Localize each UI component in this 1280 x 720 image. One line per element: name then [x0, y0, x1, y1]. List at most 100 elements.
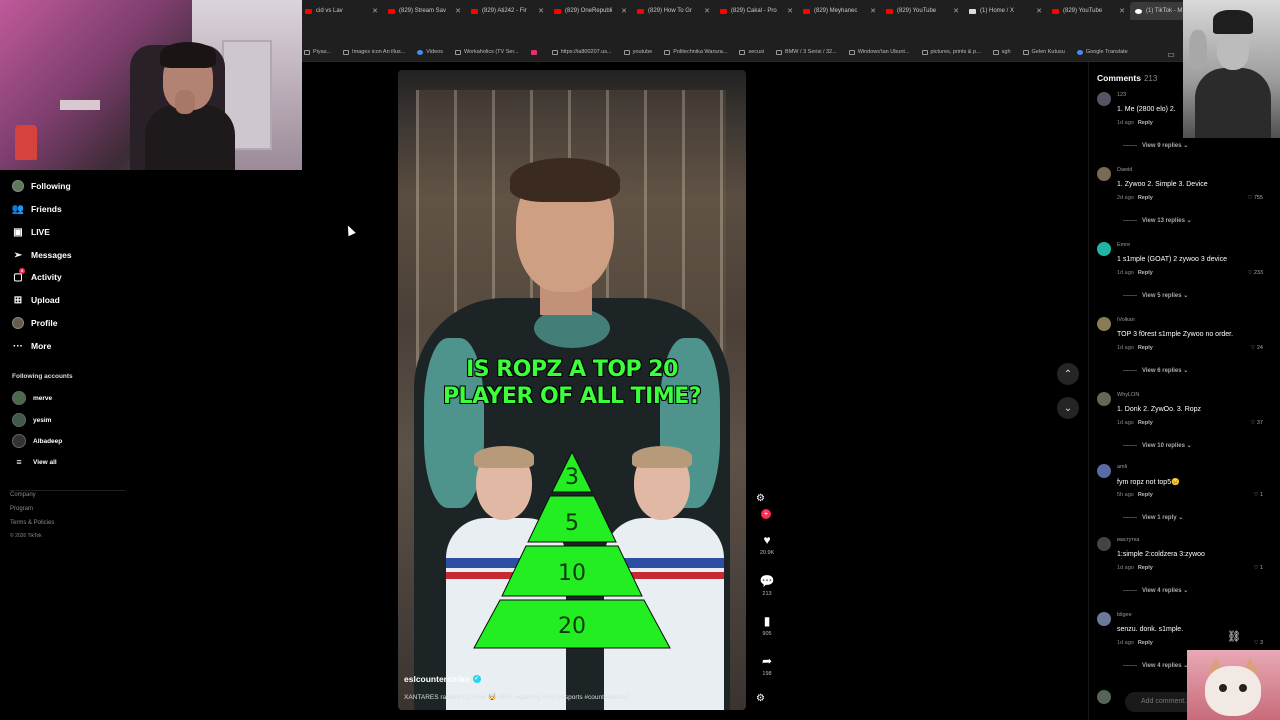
bookmark-item[interactable]: sgh — [992, 49, 1011, 55]
reply-button[interactable]: Reply — [1138, 120, 1153, 126]
account-item[interactable]: yesim — [12, 413, 51, 427]
account-item[interactable]: merve — [12, 391, 52, 405]
view-all-link[interactable]: ≡ View all — [12, 457, 56, 467]
reply-button[interactable]: Reply — [1138, 195, 1153, 201]
view-replies-button[interactable]: View 6 replies ⌄ — [1142, 367, 1188, 374]
sidebar-item-more[interactable]: ··· More — [12, 340, 51, 352]
footer-company[interactable]: Company — [10, 492, 36, 498]
browser-tab[interactable]: cid vs Lav ✕ — [300, 2, 383, 20]
reply-button[interactable]: Reply — [1138, 345, 1153, 351]
follow-plus-icon[interactable]: + — [761, 509, 771, 519]
creator-avatar-icon[interactable]: ⚙ — [756, 493, 772, 507]
close-icon[interactable]: ✕ — [867, 7, 876, 15]
avatar[interactable] — [1097, 464, 1111, 478]
bookmark-item[interactable]: Piyas... — [304, 49, 331, 55]
browser-tab[interactable]: (829) Cakal - Pro ✕ — [715, 2, 798, 20]
comment-like-button[interactable]: ♡ 1 — [1253, 565, 1263, 571]
save-button[interactable]: ▮ 905 — [758, 613, 776, 637]
comment-like-button[interactable]: ♡ 1 — [1253, 492, 1263, 498]
reply-button[interactable]: Reply — [1138, 640, 1153, 646]
avatar[interactable] — [1097, 167, 1111, 181]
sound-icon[interactable]: ⚙ — [756, 693, 772, 707]
sidebar-item-following[interactable]: Following — [12, 180, 71, 192]
browser-tab[interactable]: (1) Home / X ✕ — [964, 2, 1047, 20]
reply-button[interactable]: Reply — [1138, 270, 1153, 276]
browser-tab[interactable]: (829) How To Gr ✕ — [632, 2, 715, 20]
reply-button[interactable]: Reply — [1138, 565, 1153, 571]
comment-like-button[interactable]: ♡ 233 — [1247, 270, 1263, 276]
comment-username[interactable]: Emre — [1117, 242, 1130, 248]
footer-program[interactable]: Program — [10, 506, 33, 512]
view-replies-button[interactable]: View 4 replies ⌄ — [1142, 587, 1188, 594]
bookmark-item[interactable]: Politechnika Warsza... — [664, 49, 727, 55]
close-icon[interactable]: ✕ — [784, 7, 793, 15]
comment-like-button[interactable]: ♡ 755 — [1247, 195, 1263, 201]
next-video-button[interactable]: ⌄ — [1057, 397, 1079, 419]
comment-like-button[interactable]: ♡ 24 — [1250, 345, 1263, 351]
comment-username[interactable]: Dawid — [1117, 167, 1132, 173]
avatar[interactable] — [1097, 92, 1111, 106]
browser-tab[interactable]: (829) YouTube ✕ — [1047, 2, 1130, 20]
close-icon[interactable]: ✕ — [452, 7, 461, 15]
account-item[interactable]: Albadeep — [12, 434, 62, 448]
bookmark-item[interactable]: BMW / 3 Serisi / 32... — [776, 49, 837, 55]
view-replies-button[interactable]: View 13 replies ⌄ — [1142, 217, 1192, 224]
comment-username[interactable]: amli — [1117, 464, 1127, 470]
view-replies-button[interactable]: View 9 replies ⌄ — [1142, 142, 1188, 149]
view-replies-button[interactable]: View 5 replies ⌄ — [1142, 292, 1188, 299]
close-icon[interactable]: ✕ — [1033, 7, 1042, 15]
close-icon[interactable]: ✕ — [369, 7, 378, 15]
comment-username[interactable]: WhyLON — [1117, 392, 1139, 398]
like-button[interactable]: ♥ 20.9K — [758, 532, 776, 556]
sidebar-item-profile[interactable]: Profile — [12, 317, 57, 329]
close-icon[interactable]: ✕ — [950, 7, 959, 15]
cast-icon[interactable]: ▭ — [1167, 50, 1175, 59]
reply-button[interactable]: Reply — [1138, 420, 1153, 426]
bookmark-item[interactable]: Google Translate — [1076, 49, 1128, 55]
bookmark-item[interactable] — [530, 49, 540, 55]
sidebar-item-activity[interactable]: ▢ 3 Activity — [12, 268, 62, 283]
bookmark-item[interactable]: Videos — [417, 49, 443, 55]
bookmark-item[interactable]: Gelen Kutusu — [1022, 49, 1065, 55]
comment-like-button[interactable]: ♡ 37 — [1250, 420, 1263, 426]
comment-username[interactable]: 123 — [1117, 92, 1126, 98]
bookmark-item[interactable]: youtube — [623, 49, 652, 55]
video-player[interactable]: IS ROPZ A TOP 20 PLAYER OF ALL TIME? 3 5… — [398, 70, 746, 710]
share-button[interactable]: ➦ 198 — [758, 653, 776, 677]
bookmark-item[interactable]: Windows'tan Ubunt... — [848, 49, 910, 55]
browser-tab[interactable]: (829) OneRepubli ✕ — [549, 2, 632, 20]
sidebar-item-upload[interactable]: ⊞ Upload — [12, 294, 60, 306]
view-replies-button[interactable]: View 10 replies ⌄ — [1142, 442, 1192, 449]
bookmark-item[interactable]: pictures, prints & p... — [921, 49, 981, 55]
video-author[interactable]: eslcounterstrike ✓ — [404, 674, 481, 684]
sidebar-item-friends[interactable]: 👥 Friends — [12, 203, 62, 215]
comment-button[interactable]: 💬 213 — [758, 573, 776, 597]
comment-like-button[interactable]: ♡ 3 — [1253, 640, 1263, 646]
comment-username[interactable]: масгутка — [1117, 537, 1139, 543]
comment-username[interactable]: iVolkan — [1117, 317, 1135, 323]
browser-tab[interactable]: (829) Stream Sav ✕ — [383, 2, 466, 20]
browser-tab[interactable]: (829) Ati242 - Fir ✕ — [466, 2, 549, 20]
avatar[interactable] — [1097, 317, 1111, 331]
close-icon[interactable]: ✕ — [618, 7, 627, 15]
close-icon[interactable]: ✕ — [701, 7, 710, 15]
avatar[interactable] — [1097, 612, 1111, 626]
browser-tab[interactable]: (829) Meyhanec ✕ — [798, 2, 881, 20]
close-icon[interactable]: ✕ — [535, 7, 544, 15]
bookmark-item[interactable]: Workaholics (TV Ser... — [454, 49, 519, 55]
bookmark-item[interactable]: Images icon An illus... — [343, 49, 405, 55]
previous-video-button[interactable]: ⌃ — [1057, 363, 1079, 385]
avatar[interactable] — [1097, 537, 1111, 551]
sidebar-item-live[interactable]: ▣ LIVE — [12, 226, 50, 238]
sidebar-item-messages[interactable]: ➢ Messages — [12, 249, 72, 261]
bookmark-item[interactable]: secusi — [739, 49, 764, 55]
avatar[interactable] — [1097, 392, 1111, 406]
avatar[interactable] — [1097, 242, 1111, 256]
reply-button[interactable]: Reply — [1138, 492, 1153, 498]
bookmark-item[interactable]: https://ia800207.us... — [551, 49, 612, 55]
comment-username[interactable]: bilgee — [1117, 612, 1132, 618]
view-replies-button[interactable]: View 1 reply ⌄ — [1142, 514, 1183, 521]
close-icon[interactable]: ✕ — [1116, 7, 1125, 15]
footer-terms[interactable]: Terms & Policies — [10, 520, 54, 526]
browser-tab[interactable]: (829) YouTube ✕ — [881, 2, 964, 20]
